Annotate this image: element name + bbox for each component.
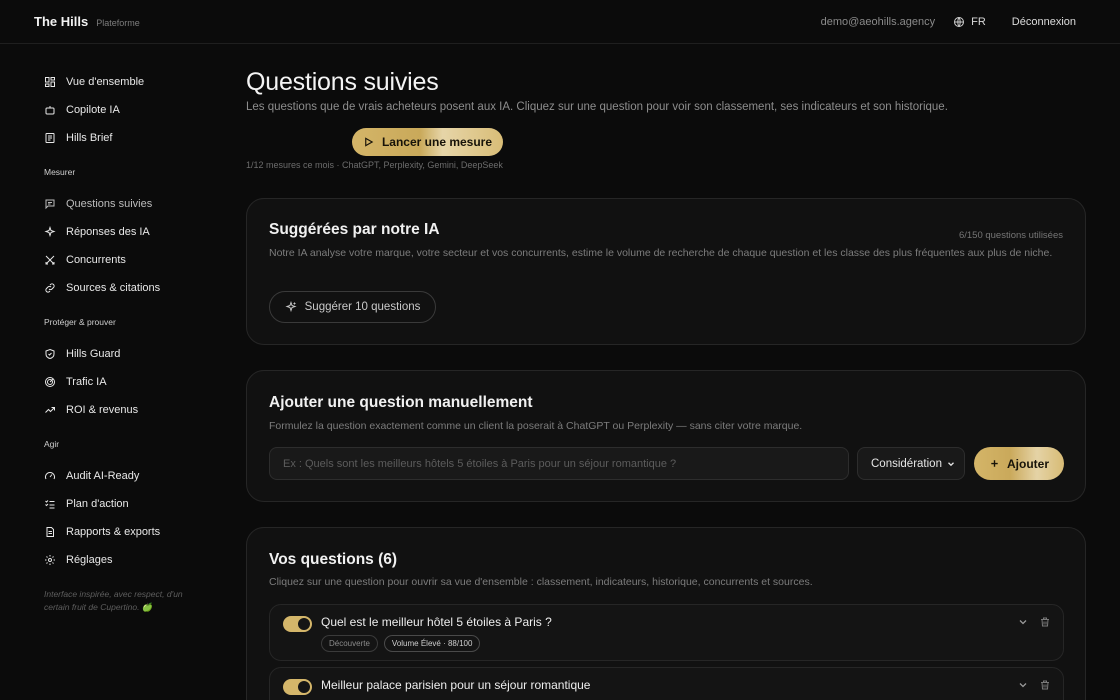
sidebar-item-action-plan[interactable]: Plan d'action <box>34 490 204 518</box>
suggested-description: Notre IA analyse votre marque, votre sec… <box>269 247 1053 259</box>
brand-subtitle: Plateforme <box>96 18 140 28</box>
sidebar-item-label: Plan d'action <box>66 498 129 510</box>
brand[interactable]: The Hills Plateforme <box>34 14 140 29</box>
sidebar-item-label: Rapports & exports <box>66 526 161 538</box>
sidebar: Vue d'ensemble Copilote IA Hills Brief M… <box>34 68 204 574</box>
swords-icon <box>45 255 55 265</box>
stage-select-value: Considération <box>871 457 942 470</box>
sidebar-item-audit[interactable]: Audit AI-Ready <box>34 462 204 490</box>
sidebar-item-overview[interactable]: Vue d'ensemble <box>34 68 204 96</box>
sidebar-item-label: Réglages <box>66 554 113 566</box>
newspaper-icon <box>45 133 55 143</box>
sidebar-section-measure: Mesurer <box>44 167 76 177</box>
sidebar-item-label: Audit AI-Ready <box>66 470 140 482</box>
your-questions-card: Vos questions (6) Cliquez sur une questi… <box>246 527 1086 700</box>
question-text: Meilleur palace parisien pour un séjour … <box>321 678 591 692</box>
question-toggle[interactable] <box>283 616 312 632</box>
question-toggle[interactable] <box>283 679 312 695</box>
measurement-quota: 1/12 mesures ce mois · ChatGPT, Perplexi… <box>246 160 503 170</box>
sidebar-item-reports[interactable]: Rapports & exports <box>34 518 204 546</box>
dashboard-icon <box>45 77 55 87</box>
document-icon <box>46 527 54 537</box>
logout-button[interactable]: Déconnexion <box>1012 16 1076 28</box>
sidebar-footnote: Interface inspirée, avec respect, d'un c… <box>44 589 183 612</box>
sidebar-item-brief[interactable]: Hills Brief <box>34 124 204 152</box>
stage-select[interactable]: Considération <box>857 447 965 480</box>
add-question-button[interactable]: Ajouter <box>974 447 1064 480</box>
sidebar-item-hills-guard[interactable]: Hills Guard <box>34 340 204 368</box>
header-actions: demo@aeohills.agency FR Déconnexion <box>821 0 1076 44</box>
sidebar-item-roi[interactable]: ROI & revenus <box>34 396 204 424</box>
sidebar-item-label: Concurrents <box>66 254 126 266</box>
sidebar-item-label: Réponses des IA <box>66 226 150 238</box>
chat-icon <box>45 199 55 210</box>
language-label: FR <box>971 16 986 28</box>
sidebar-item-label: Questions suivies <box>66 198 153 210</box>
link-icon <box>45 283 55 293</box>
volume-badge: Volume Élevé · 88/100 <box>383 635 481 652</box>
stage-badge: Découverte <box>321 635 378 652</box>
user-email: demo@aeohills.agency <box>820 16 936 28</box>
chevron-down-icon <box>948 461 954 466</box>
sidebar-section-act: Agir <box>44 439 60 449</box>
run-measurement-label: Lancer une mesure <box>381 135 493 149</box>
manual-question-card: Ajouter une question manuellement Formul… <box>246 370 1086 502</box>
robot-icon <box>45 106 55 115</box>
sparkle-icon <box>285 301 297 313</box>
suggested-title: Suggérées par notre IA <box>269 221 440 238</box>
sidebar-item-questions[interactable]: Questions suivies <box>34 190 204 218</box>
sidebar-item-sources[interactable]: Sources & citations <box>34 274 204 302</box>
question-text: Quel est le meilleur hôtel 5 étoiles à P… <box>321 615 552 629</box>
sidebar-item-label: Copilote IA <box>66 104 120 116</box>
sidebar-item-ai-traffic[interactable]: Trafic IA <box>34 368 204 396</box>
questions-title: Vos questions (6) <box>269 551 398 568</box>
top-bar: The Hills Plateforme demo@aeohills.agenc… <box>0 0 1120 44</box>
play-icon <box>365 137 374 147</box>
question-row[interactable]: Meilleur palace parisien pour un séjour … <box>269 667 1064 700</box>
sidebar-item-label: Vue d'ensemble <box>66 76 145 88</box>
globe-icon <box>954 17 965 27</box>
chevron-down-icon[interactable] <box>1017 679 1029 691</box>
trash-icon[interactable] <box>1039 616 1051 628</box>
sidebar-item-label: Hills Guard <box>66 348 121 360</box>
row-actions <box>1017 679 1051 691</box>
sidebar-item-label: ROI & revenus <box>66 404 139 416</box>
brand-name: The Hills <box>34 14 89 29</box>
sidebar-section-protect: Protéger & prouver <box>44 317 116 327</box>
language-switcher[interactable]: FR <box>953 16 986 28</box>
questions-usage: 6/150 questions utilisées <box>958 230 1063 241</box>
question-row[interactable]: Quel est le meilleur hôtel 5 étoiles à P… <box>269 604 1064 661</box>
gauge-icon <box>45 472 55 480</box>
page-subtitle: Les questions que de vrais acheteurs pos… <box>246 101 948 113</box>
sparkle-icon <box>44 226 56 238</box>
suggested-questions-card: Suggérées par notre IA 6/150 questions u… <box>246 198 1086 345</box>
plus-icon <box>991 460 998 467</box>
checklist-icon <box>45 500 55 509</box>
radar-icon <box>45 377 55 387</box>
shield-icon <box>45 348 55 360</box>
sidebar-item-label: Trafic IA <box>66 376 107 388</box>
add-question-label: Ajouter <box>1007 456 1049 471</box>
manual-title: Ajouter une question manuellement <box>269 394 533 411</box>
question-input[interactable] <box>269 447 849 480</box>
sidebar-item-competitors[interactable]: Concurrents <box>34 246 204 274</box>
questions-description: Cliquez sur une question pour ouvrir sa … <box>269 576 813 588</box>
trash-icon[interactable] <box>1039 679 1051 691</box>
page-title: Questions suivies <box>246 68 439 96</box>
sidebar-item-settings[interactable]: Réglages <box>34 546 204 574</box>
trend-up-icon <box>45 407 55 413</box>
row-actions <box>1017 616 1051 628</box>
question-tags: Découverte Volume Élevé · 88/100 <box>321 635 481 652</box>
sidebar-item-label: Hills Brief <box>66 132 113 144</box>
sidebar-item-copilot[interactable]: Copilote IA <box>34 96 204 124</box>
chevron-down-icon[interactable] <box>1017 616 1029 628</box>
suggest-questions-button[interactable]: Suggérer 10 questions <box>269 291 436 323</box>
gear-icon <box>45 555 55 565</box>
run-measurement-button[interactable]: Lancer une mesure <box>352 128 503 156</box>
sidebar-item-label: Sources & citations <box>66 282 161 294</box>
sidebar-item-ai-answers[interactable]: Réponses des IA <box>34 218 204 246</box>
manual-description: Formulez la question exactement comme un… <box>269 420 803 432</box>
suggest-questions-label: Suggérer 10 questions <box>304 301 421 313</box>
